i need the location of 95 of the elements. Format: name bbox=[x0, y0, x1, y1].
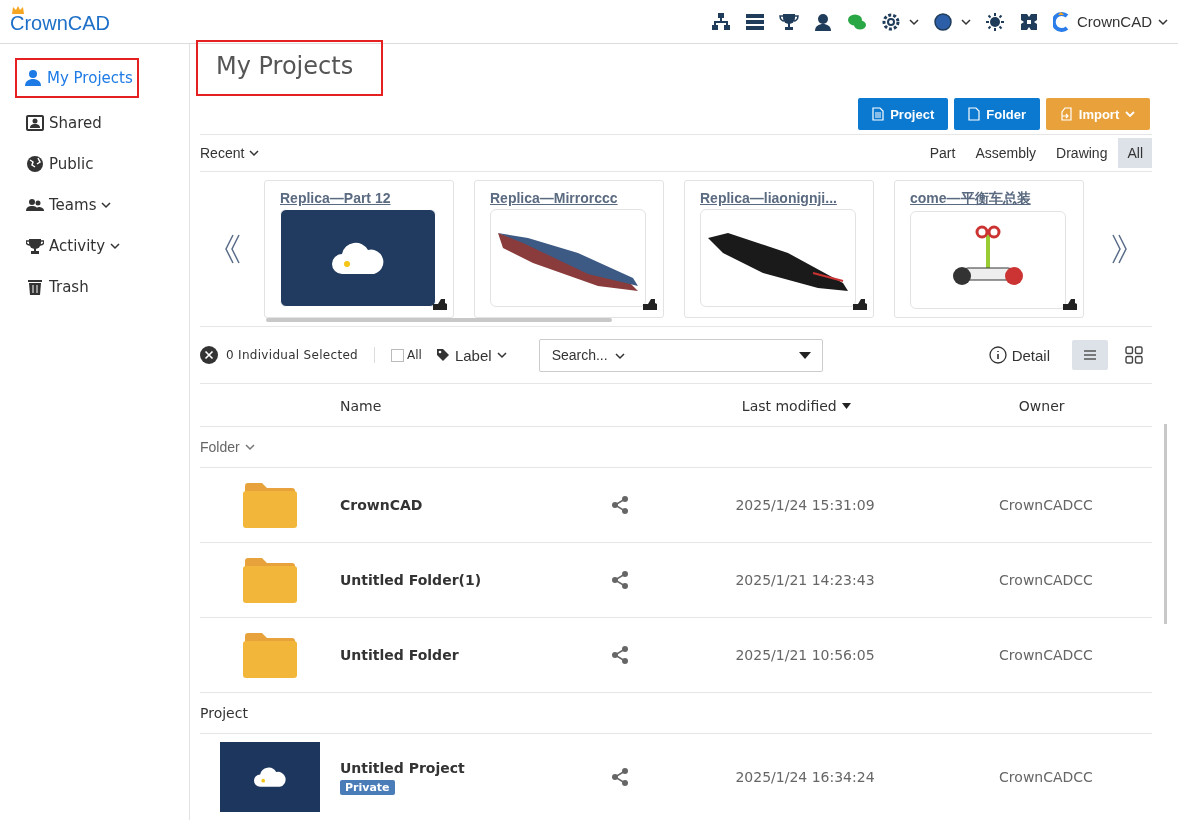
selection-count: 0 Individual Selected bbox=[226, 348, 359, 362]
card-title[interactable]: Replica—liaonignji... bbox=[700, 190, 873, 206]
folder-icon bbox=[243, 632, 297, 678]
gear-icon[interactable] bbox=[881, 11, 919, 32]
sidebar-item[interactable]: Activity bbox=[20, 230, 127, 262]
trash-icon bbox=[26, 278, 44, 296]
project-card[interactable]: Replica—Part 12 bbox=[264, 180, 454, 318]
search-field[interactable]: Search... bbox=[538, 338, 823, 372]
stack-icon[interactable] bbox=[745, 11, 765, 32]
caret-icon bbox=[101, 200, 112, 210]
tree-icon[interactable] bbox=[711, 11, 731, 32]
dropdown-triangle-icon bbox=[798, 351, 811, 360]
list-icon bbox=[1082, 348, 1098, 362]
sidebar-item[interactable]: Trash bbox=[20, 271, 95, 303]
folder-icon bbox=[243, 482, 297, 528]
item-name[interactable]: Untitled Project bbox=[340, 759, 465, 776]
group-label: Project bbox=[200, 705, 248, 721]
card-title[interactable]: come—平衡车总装 bbox=[910, 190, 1083, 208]
owner-name: CrownCADCC bbox=[998, 572, 1094, 588]
project-card[interactable]: come—平衡车总装 bbox=[894, 180, 1084, 318]
sort-icon bbox=[841, 403, 851, 409]
crown-icon bbox=[12, 6, 24, 14]
trophy-icon bbox=[26, 237, 44, 255]
folder-icon bbox=[243, 557, 297, 603]
grid-icon bbox=[1125, 346, 1143, 364]
document-icon bbox=[968, 107, 981, 121]
sidebar-item[interactable]: Teams bbox=[20, 189, 118, 221]
share-icon[interactable] bbox=[610, 767, 630, 787]
item-name[interactable]: Untitled Folder(1) bbox=[340, 572, 482, 588]
list-view-button[interactable] bbox=[1072, 340, 1108, 370]
project-card[interactable]: Replica—liaonignji... bbox=[684, 180, 874, 318]
recent-dropdown[interactable]: Recent bbox=[200, 145, 260, 161]
filter-tab[interactable]: Drawing bbox=[1047, 138, 1117, 168]
modified-date: 2025/1/21 10:56:05 bbox=[734, 647, 876, 663]
team-icon bbox=[26, 196, 44, 214]
group-toggle[interactable]: Folder bbox=[200, 439, 255, 455]
info-icon bbox=[988, 346, 1007, 364]
filter-tab[interactable]: All bbox=[1118, 138, 1152, 168]
share-icon[interactable] bbox=[610, 570, 630, 590]
page-title: My Projects bbox=[196, 40, 384, 96]
item-name[interactable]: Untitled Folder bbox=[340, 647, 459, 663]
sidebar-item[interactable]: Shared bbox=[20, 107, 108, 139]
cloud-icon bbox=[332, 242, 384, 274]
import-icon bbox=[1060, 107, 1073, 121]
card-title[interactable]: Replica—Mirrorccc bbox=[490, 190, 663, 206]
modified-date: 2025/1/24 15:31:09 bbox=[734, 497, 876, 513]
filter-tab[interactable]: Part bbox=[920, 138, 965, 168]
label-dropdown[interactable]: Label bbox=[435, 346, 507, 364]
filter-tab[interactable]: Assembly bbox=[966, 138, 1046, 168]
cloud-icon bbox=[254, 767, 286, 787]
owner-name: CrownCADCC bbox=[998, 769, 1094, 785]
share-icon[interactable] bbox=[610, 645, 630, 665]
caret-icon bbox=[614, 350, 625, 361]
part-type-icon bbox=[432, 297, 448, 311]
document-icon bbox=[872, 107, 885, 121]
modified-date: 2025/1/21 14:23:43 bbox=[734, 572, 876, 588]
caret-icon bbox=[249, 148, 260, 158]
modified-date: 2025/1/24 16:34:24 bbox=[734, 769, 876, 785]
owner-name: CrownCADCC bbox=[998, 497, 1094, 513]
caret-icon bbox=[961, 16, 971, 27]
caret-icon bbox=[1125, 109, 1136, 119]
privacy-badge: Private bbox=[340, 779, 395, 795]
column-header[interactable]: Name bbox=[200, 398, 382, 414]
user-menu[interactable]: CrownCAD bbox=[1053, 11, 1168, 32]
caret-icon bbox=[244, 442, 255, 452]
sidebar-item[interactable]: Public bbox=[20, 148, 100, 180]
clear-selection-icon[interactable] bbox=[200, 346, 218, 364]
globe-icon bbox=[26, 155, 44, 173]
part-type-icon bbox=[642, 297, 658, 311]
card-title[interactable]: Replica—Part 12 bbox=[280, 190, 453, 206]
caret-icon bbox=[496, 350, 507, 360]
sun-icon[interactable] bbox=[985, 11, 1005, 32]
detail-button[interactable]: Detail bbox=[988, 346, 1050, 364]
sidebar-item[interactable]: My Projects bbox=[15, 58, 139, 98]
caret-icon bbox=[1158, 16, 1168, 27]
user-icon[interactable] bbox=[813, 11, 833, 32]
share-icon[interactable] bbox=[610, 495, 630, 515]
item-name[interactable]: CrownCAD bbox=[340, 497, 423, 513]
create-button[interactable]: Project bbox=[858, 98, 949, 130]
column-header[interactable]: Last modified bbox=[701, 398, 892, 414]
user-icon bbox=[24, 69, 42, 87]
cross-icon[interactable] bbox=[1019, 11, 1039, 32]
select-all-checkbox[interactable]: All bbox=[391, 348, 422, 362]
trophy-icon[interactable] bbox=[779, 11, 799, 32]
column-header[interactable]: Owner bbox=[891, 398, 1152, 414]
part-type-icon bbox=[1062, 297, 1078, 311]
part-type-icon bbox=[852, 297, 868, 311]
contact-icon bbox=[26, 114, 44, 132]
caret-icon bbox=[110, 241, 121, 251]
logo-icon bbox=[1053, 11, 1071, 32]
owner-name: CrownCADCC bbox=[998, 647, 1094, 663]
project-card[interactable]: Replica—Mirrorccc bbox=[474, 180, 664, 318]
tag-icon bbox=[435, 348, 450, 362]
caret-icon bbox=[909, 16, 919, 27]
create-button[interactable]: Folder bbox=[954, 98, 1040, 130]
